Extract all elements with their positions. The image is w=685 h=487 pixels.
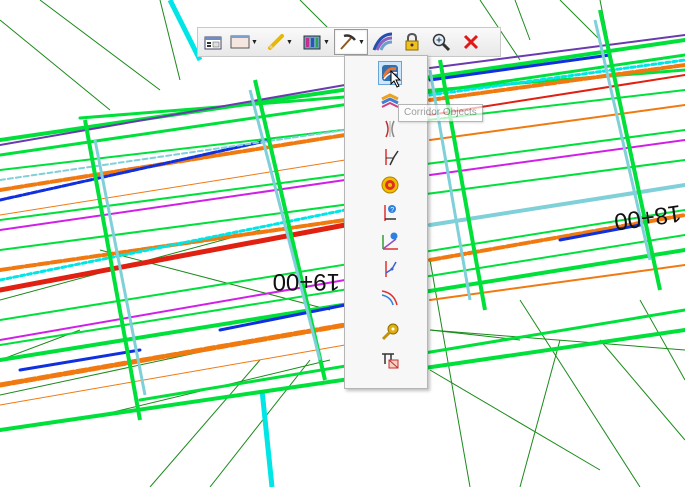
end-condition-icon — [382, 353, 399, 369]
point-control-icon: ? — [384, 205, 396, 221]
end-condition-button[interactable] — [378, 348, 402, 372]
draw-button[interactable]: ▼ — [262, 29, 298, 55]
cad-canvas[interactable]: 19+00 18+00 — [0, 0, 685, 487]
close-icon — [463, 34, 479, 50]
tooltip: Corridor Objects — [398, 104, 483, 122]
lock-button[interactable] — [398, 29, 426, 55]
curve-widening-icon — [381, 290, 398, 306]
station-label-left: 19+00 — [273, 268, 340, 295]
station-label-right: 18+00 — [612, 199, 683, 235]
curve-widening-button[interactable] — [378, 285, 402, 309]
profile-break-button[interactable] — [378, 145, 402, 169]
vertical-control-icon — [385, 261, 397, 277]
corridor-tools-button[interactable]: ▼ — [334, 29, 368, 55]
corridor-icon — [303, 35, 321, 50]
key-station-icon — [381, 323, 399, 341]
profile-break-icon — [385, 149, 399, 166]
slope-control-button[interactable] — [378, 229, 402, 253]
road-section-icon — [372, 32, 393, 51]
pickaxe-icon — [340, 34, 356, 50]
view-window-button[interactable]: ▼ — [226, 29, 262, 55]
chevron-down-icon: ▼ — [251, 38, 258, 46]
corridor-button[interactable]: ▼ — [298, 29, 334, 55]
zoom-icon — [432, 33, 451, 52]
mouse-cursor-icon — [390, 70, 402, 88]
element-properties-icon — [204, 36, 222, 50]
slope-control-icon — [382, 232, 398, 250]
view-window-icon — [230, 35, 250, 49]
point-control-button[interactable]: ? — [378, 201, 402, 225]
lock-icon — [405, 32, 419, 51]
target-icon — [381, 176, 399, 194]
target-button[interactable] — [378, 173, 402, 197]
chevron-down-icon: ▼ — [358, 38, 365, 46]
zoom-button[interactable] — [426, 29, 456, 55]
element-properties-button[interactable] — [200, 29, 226, 55]
vertical-control-button[interactable] — [378, 257, 402, 281]
road-section-button[interactable] — [368, 29, 398, 55]
close-button[interactable] — [456, 29, 486, 55]
superelevation-icon — [381, 93, 399, 108]
corridor-toolbar: ▼ ▼ ▼ ▼ — [197, 27, 501, 57]
pencil-icon — [268, 34, 285, 50]
svg-text:?: ? — [390, 207, 394, 214]
corridor-bands — [0, 34, 685, 432]
chevron-down-icon: ▼ — [286, 38, 293, 46]
chevron-down-icon: ▼ — [323, 38, 330, 46]
key-station-button[interactable] — [378, 320, 402, 344]
transition-icon — [385, 120, 395, 138]
